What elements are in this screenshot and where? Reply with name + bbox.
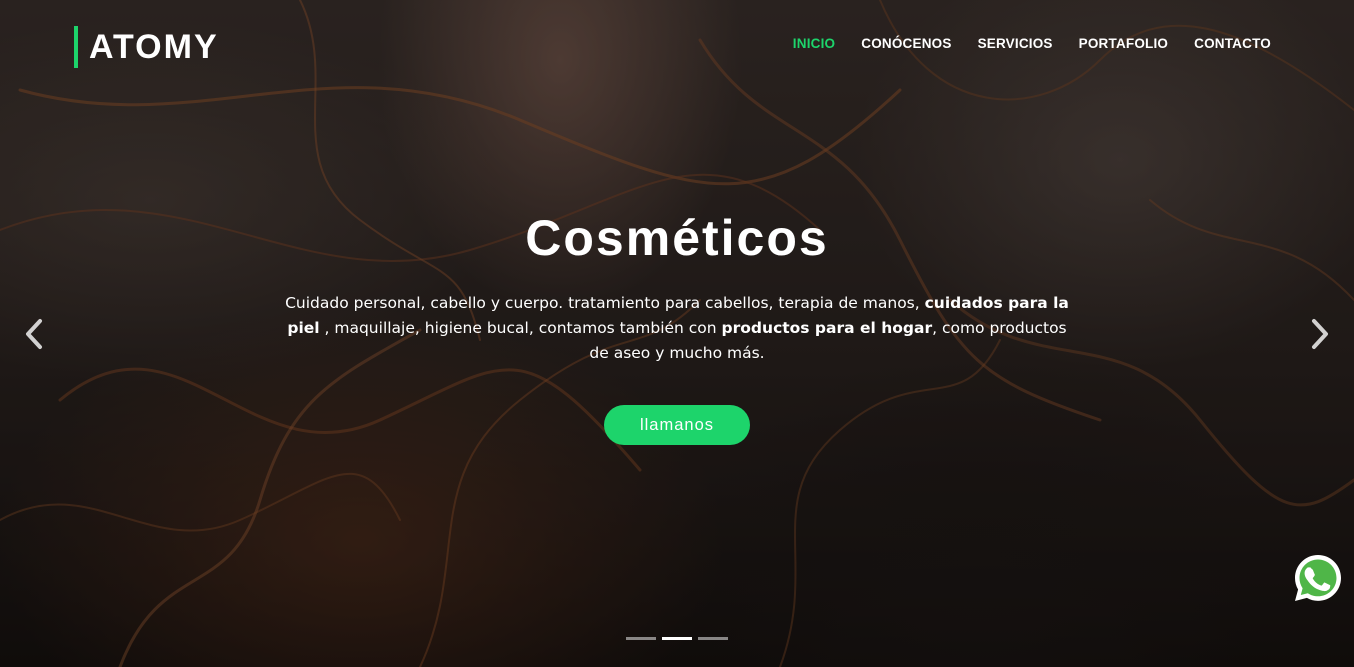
carousel-indicator-2[interactable] bbox=[662, 637, 692, 640]
hero-content: Cosméticos Cuidado personal, cabello y c… bbox=[0, 205, 1354, 445]
carousel-next-button[interactable] bbox=[1302, 316, 1338, 352]
nav-item-contacto[interactable]: CONTACTO bbox=[1194, 36, 1271, 51]
carousel-prev-button[interactable] bbox=[16, 316, 52, 352]
whatsapp-icon bbox=[1295, 555, 1341, 601]
nav-item-inicio[interactable]: INICIO bbox=[793, 36, 835, 51]
hero-description: Cuidado personal, cabello y cuerpo. trat… bbox=[277, 291, 1077, 366]
main-nav: INICIO CONÓCENOS SERVICIOS PORTAFOLIO CO… bbox=[793, 36, 1271, 51]
chevron-left-icon bbox=[26, 319, 42, 349]
nav-item-conocenos[interactable]: CONÓCENOS bbox=[861, 36, 951, 51]
nav-item-portafolio[interactable]: PORTAFOLIO bbox=[1079, 36, 1169, 51]
hero-desc-highlight-2: productos para el hogar bbox=[721, 319, 933, 337]
carousel-indicators bbox=[626, 637, 728, 640]
hero-desc-text-1: Cuidado personal, cabello y cuerpo. trat… bbox=[285, 294, 925, 312]
brand-logo[interactable]: ATOMY bbox=[74, 26, 219, 68]
whatsapp-button[interactable] bbox=[1292, 552, 1344, 604]
hero-desc-text-2: , maquillaje, higiene bucal, contamos ta… bbox=[319, 319, 722, 337]
chevron-right-icon bbox=[1312, 319, 1328, 349]
hero-title: Cosméticos bbox=[525, 210, 829, 266]
call-button[interactable]: llamanos bbox=[604, 405, 750, 445]
hero-carousel: ATOMY INICIO CONÓCENOS SERVICIOS PORTAFO… bbox=[0, 0, 1354, 667]
carousel-indicator-3[interactable] bbox=[698, 637, 728, 640]
nav-item-servicios[interactable]: SERVICIOS bbox=[978, 36, 1053, 51]
carousel-indicator-1[interactable] bbox=[626, 637, 656, 640]
